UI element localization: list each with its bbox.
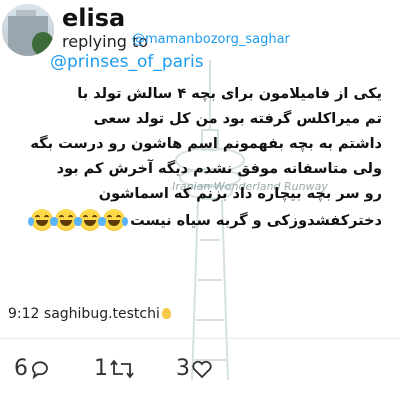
emoji-group: [28, 207, 129, 232]
tweet-meta: 9:12 saghibug.testchi: [8, 306, 171, 322]
tweet-line: ولی متاسفانه موفق نشدم دیگه آخرش کم بود: [56, 161, 382, 177]
username[interactable]: elisa: [62, 4, 125, 32]
tweet-body: یکی از فامیلامون برای بچه ۴ سالش تولد با…: [20, 82, 382, 234]
action-bar: 6 1 3: [0, 350, 400, 390]
lightbulb-icon: [161, 308, 171, 319]
tweet-source[interactable]: saghibug.testchi: [44, 306, 160, 322]
tears-of-joy-emoji-icon: [28, 209, 57, 231]
like-count: 3: [176, 356, 190, 381]
tears-of-joy-emoji-icon: [100, 209, 129, 231]
like-button[interactable]: 3: [176, 356, 213, 381]
heart-icon: [192, 360, 212, 378]
reply-icon: [32, 360, 48, 379]
retweet-button[interactable]: 1: [94, 356, 135, 381]
avatar[interactable]: [2, 4, 54, 56]
reply-button[interactable]: 6: [14, 356, 51, 381]
tweet-line: تم میراکلس گرفته بود من کل تولد سعی: [93, 111, 382, 127]
tears-of-joy-emoji-icon: [52, 209, 81, 231]
tears-of-joy-emoji-icon: [76, 209, 105, 231]
mention-secondary[interactable]: @mamanbozorg_saghar: [132, 32, 290, 47]
tweet-time: 9:12: [8, 306, 40, 322]
divider: [0, 338, 400, 339]
retweet-count: 1: [94, 356, 108, 381]
tweet-line: داشتم به بچه بفهمونم اسم هاشون رو درست ب…: [30, 136, 382, 152]
tweet-line-last: دخترکفشدوزکی و گربه سیاه نیست: [20, 207, 382, 234]
tweet-line: یکی از فامیلامون برای بچه ۴ سالش تولد با: [77, 86, 382, 102]
tweet-line-text: دخترکفشدوزکی و گربه سیاه نیست: [130, 213, 382, 229]
retweet-icon: [110, 359, 134, 378]
reply-count: 6: [14, 356, 28, 381]
tweet-line: رو سر بچه بیچاره داد بزنم که اسماشون: [98, 186, 382, 202]
